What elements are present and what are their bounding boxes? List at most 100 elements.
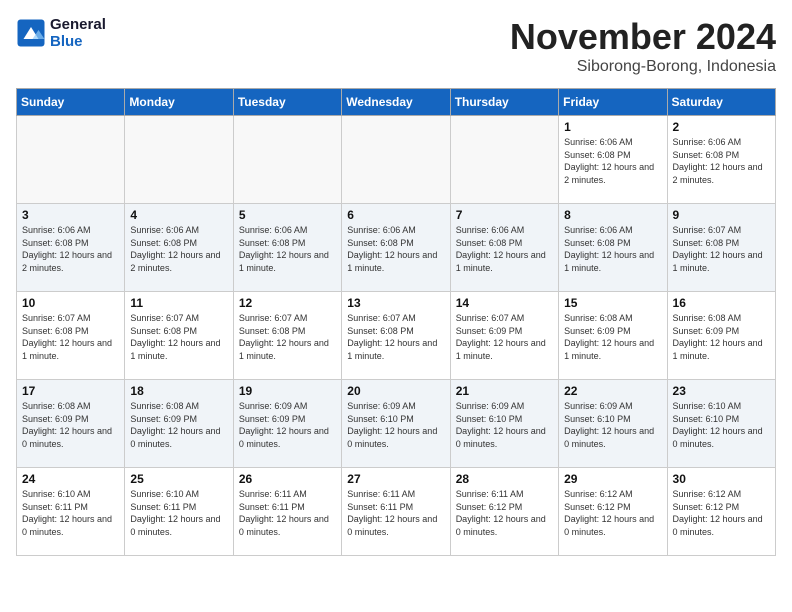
calendar-cell: 9Sunrise: 6:07 AM Sunset: 6:08 PM Daylig… <box>667 204 775 292</box>
calendar-cell <box>450 116 558 204</box>
day-info: Sunrise: 6:07 AM Sunset: 6:08 PM Dayligh… <box>673 224 770 274</box>
calendar-cell: 21 Sunrise: 6:09 AM Sunset: 6:10 PM Dayli… <box>450 380 558 468</box>
day-info: Sunrise: 6:08 AM Sunset: 6:09 PM Dayligh… <box>564 312 661 362</box>
day-number: 5 <box>239 208 336 222</box>
day-number: 28 <box>456 472 553 486</box>
calendar-cell: 23 Sunrise: 6:10 AM Sunset: 6:10 PM Dayli… <box>667 380 775 468</box>
day-number: 14 <box>456 296 553 310</box>
calendar-cell: 6 Sunrise: 6:06 AM Sunset: 6:08 PM Daylig… <box>342 204 450 292</box>
day-info: Sunrise: 6:11 AM Sunset: 6:12 PM Dayligh… <box>456 488 553 538</box>
day-number: 11 <box>130 296 227 310</box>
calendar-cell: 13 Sunrise: 6:07 AM Sunset: 6:08 PM Dayli… <box>342 292 450 380</box>
day-info: Sunrise: 6:11 AM Sunset: 6:11 PM Dayligh… <box>239 488 336 538</box>
day-number: 10 <box>22 296 119 310</box>
day-info: Sunrise: 6:07 AM Sunset: 6:08 PM Dayligh… <box>239 312 336 362</box>
week-row: 24Sunrise: 6:10 AM Sunset: 6:11 PM Dayli… <box>17 468 776 556</box>
calendar-cell: 12Sunrise: 6:07 AM Sunset: 6:08 PM Dayli… <box>233 292 341 380</box>
day-number: 17 <box>22 384 119 398</box>
calendar-cell: 19Sunrise: 6:09 AM Sunset: 6:09 PM Dayli… <box>233 380 341 468</box>
logo-text: General Blue <box>50 16 106 50</box>
day-number: 6 <box>347 208 444 222</box>
day-number: 21 <box>456 384 553 398</box>
day-number: 15 <box>564 296 661 310</box>
calendar-cell: 4 Sunrise: 6:06 AM Sunset: 6:08 PM Daylig… <box>125 204 233 292</box>
day-info: Sunrise: 6:09 AM Sunset: 6:10 PM Dayligh… <box>347 400 444 450</box>
day-info: Sunrise: 6:10 AM Sunset: 6:10 PM Dayligh… <box>673 400 770 450</box>
logo-icon <box>16 18 46 48</box>
day-number: 27 <box>347 472 444 486</box>
calendar-cell: 8 Sunrise: 6:06 AM Sunset: 6:08 PM Daylig… <box>559 204 667 292</box>
day-number: 25 <box>130 472 227 486</box>
day-number: 16 <box>673 296 770 310</box>
calendar-cell: 28 Sunrise: 6:11 AM Sunset: 6:12 PM Dayli… <box>450 468 558 556</box>
weekday-header: Thursday <box>450 89 558 116</box>
weekday-header: Tuesday <box>233 89 341 116</box>
weekday-header-row: SundayMondayTuesdayWednesdayThursdayFrid… <box>17 89 776 116</box>
day-number: 3 <box>22 208 119 222</box>
weekday-header: Monday <box>125 89 233 116</box>
calendar-cell: 25 Sunrise: 6:10 AM Sunset: 6:11 PM Dayli… <box>125 468 233 556</box>
day-info: Sunrise: 6:06 AM Sunset: 6:08 PM Dayligh… <box>456 224 553 274</box>
calendar-cell: 30Sunrise: 6:12 AM Sunset: 6:12 PM Dayli… <box>667 468 775 556</box>
day-info: Sunrise: 6:06 AM Sunset: 6:08 PM Dayligh… <box>347 224 444 274</box>
day-number: 23 <box>673 384 770 398</box>
calendar-cell <box>125 116 233 204</box>
day-number: 8 <box>564 208 661 222</box>
day-number: 7 <box>456 208 553 222</box>
day-number: 26 <box>239 472 336 486</box>
logo: General Blue <box>16 16 106 50</box>
calendar-cell: 10 Sunrise: 6:07 AM Sunset: 6:08 PM Dayli… <box>17 292 125 380</box>
weekday-header: Sunday <box>17 89 125 116</box>
weekday-header: Saturday <box>667 89 775 116</box>
day-number: 18 <box>130 384 227 398</box>
day-number: 4 <box>130 208 227 222</box>
day-info: Sunrise: 6:06 AM Sunset: 6:08 PM Dayligh… <box>130 224 227 274</box>
header: General Blue November 2024 Siborong-Boro… <box>16 16 776 76</box>
day-info: Sunrise: 6:07 AM Sunset: 6:08 PM Dayligh… <box>22 312 119 362</box>
day-number: 30 <box>673 472 770 486</box>
day-info: Sunrise: 6:10 AM Sunset: 6:11 PM Dayligh… <box>130 488 227 538</box>
day-info: Sunrise: 6:06 AM Sunset: 6:08 PM Dayligh… <box>22 224 119 274</box>
calendar-cell: 2Sunrise: 6:06 AM Sunset: 6:08 PM Daylig… <box>667 116 775 204</box>
week-row: 1 Sunrise: 6:06 AM Sunset: 6:08 PM Daylig… <box>17 116 776 204</box>
subtitle: Siborong-Borong, Indonesia <box>510 58 776 76</box>
calendar-cell: 22 Sunrise: 6:09 AM Sunset: 6:10 PM Dayli… <box>559 380 667 468</box>
calendar-cell <box>233 116 341 204</box>
week-row: 3 Sunrise: 6:06 AM Sunset: 6:08 PM Daylig… <box>17 204 776 292</box>
title-area: November 2024 Siborong-Borong, Indonesia <box>510 16 776 76</box>
weekday-header: Friday <box>559 89 667 116</box>
calendar-cell: 20Sunrise: 6:09 AM Sunset: 6:10 PM Dayli… <box>342 380 450 468</box>
calendar-cell: 14 Sunrise: 6:07 AM Sunset: 6:09 PM Dayli… <box>450 292 558 380</box>
calendar-cell: 27Sunrise: 6:11 AM Sunset: 6:11 PM Dayli… <box>342 468 450 556</box>
calendar-cell: 5 Sunrise: 6:06 AM Sunset: 6:08 PM Daylig… <box>233 204 341 292</box>
day-info: Sunrise: 6:06 AM Sunset: 6:08 PM Dayligh… <box>564 224 661 274</box>
day-info: Sunrise: 6:09 AM Sunset: 6:10 PM Dayligh… <box>564 400 661 450</box>
day-info: Sunrise: 6:07 AM Sunset: 6:08 PM Dayligh… <box>347 312 444 362</box>
weekday-header: Wednesday <box>342 89 450 116</box>
day-info: Sunrise: 6:10 AM Sunset: 6:11 PM Dayligh… <box>22 488 119 538</box>
calendar-cell: 15 Sunrise: 6:08 AM Sunset: 6:09 PM Dayli… <box>559 292 667 380</box>
month-title: November 2024 <box>510 16 776 58</box>
day-info: Sunrise: 6:09 AM Sunset: 6:10 PM Dayligh… <box>456 400 553 450</box>
calendar-cell: 17Sunrise: 6:08 AM Sunset: 6:09 PM Dayli… <box>17 380 125 468</box>
week-row: 17Sunrise: 6:08 AM Sunset: 6:09 PM Dayli… <box>17 380 776 468</box>
calendar-cell <box>17 116 125 204</box>
day-number: 1 <box>564 120 661 134</box>
calendar-cell: 18Sunrise: 6:08 AM Sunset: 6:09 PM Dayli… <box>125 380 233 468</box>
calendar-cell: 26 Sunrise: 6:11 AM Sunset: 6:11 PM Dayli… <box>233 468 341 556</box>
day-info: Sunrise: 6:08 AM Sunset: 6:09 PM Dayligh… <box>673 312 770 362</box>
day-number: 13 <box>347 296 444 310</box>
day-info: Sunrise: 6:07 AM Sunset: 6:08 PM Dayligh… <box>130 312 227 362</box>
calendar-cell: 1 Sunrise: 6:06 AM Sunset: 6:08 PM Daylig… <box>559 116 667 204</box>
day-info: Sunrise: 6:09 AM Sunset: 6:09 PM Dayligh… <box>239 400 336 450</box>
day-info: Sunrise: 6:12 AM Sunset: 6:12 PM Dayligh… <box>564 488 661 538</box>
day-info: Sunrise: 6:06 AM Sunset: 6:08 PM Dayligh… <box>239 224 336 274</box>
calendar-cell: 24Sunrise: 6:10 AM Sunset: 6:11 PM Dayli… <box>17 468 125 556</box>
day-info: Sunrise: 6:06 AM Sunset: 6:08 PM Dayligh… <box>564 136 661 186</box>
day-number: 22 <box>564 384 661 398</box>
week-row: 10 Sunrise: 6:07 AM Sunset: 6:08 PM Dayli… <box>17 292 776 380</box>
calendar-cell <box>342 116 450 204</box>
calendar-cell: 3 Sunrise: 6:06 AM Sunset: 6:08 PM Daylig… <box>17 204 125 292</box>
day-number: 2 <box>673 120 770 134</box>
day-info: Sunrise: 6:07 AM Sunset: 6:09 PM Dayligh… <box>456 312 553 362</box>
